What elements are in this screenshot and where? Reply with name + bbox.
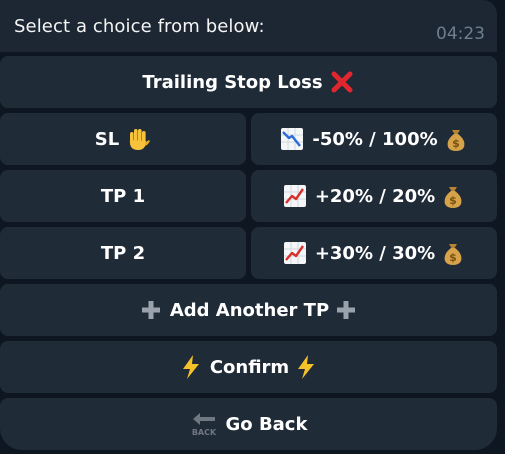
go-back-label: Go Back <box>225 413 308 435</box>
back-arrow-icon: BACK <box>190 410 218 438</box>
go-back-button[interactable]: BACK Go Back <box>0 398 497 450</box>
plus-icon <box>140 299 162 321</box>
money-bag-icon: $ <box>441 240 465 266</box>
tp2-label: TP 2 <box>100 242 146 264</box>
confirm-button[interactable]: Confirm <box>0 341 497 393</box>
lightning-icon <box>180 354 202 380</box>
svg-text:$: $ <box>449 251 457 264</box>
add-another-tp-label: Add Another TP <box>169 299 330 321</box>
confirm-label: Confirm <box>209 356 290 378</box>
svg-text:$: $ <box>452 137 460 150</box>
sl-label: SL <box>94 128 120 150</box>
tp2-value-label: +30% / 30% <box>314 242 436 264</box>
trailing-stop-loss-button[interactable]: Trailing Stop Loss <box>0 56 497 108</box>
trailing-stop-loss-label: Trailing Stop Loss <box>142 71 323 93</box>
tp1-label: TP 1 <box>100 185 146 207</box>
raised-hand-icon <box>125 126 151 152</box>
lightning-icon <box>295 354 317 380</box>
cross-mark-icon <box>329 69 355 95</box>
message-text: Select a choice from below: <box>14 16 265 37</box>
svg-text:$: $ <box>449 194 457 207</box>
tp2-button[interactable]: TP 2 <box>0 227 246 279</box>
tp1-value-label: +20% / 20% <box>314 185 436 207</box>
message-bubble: Select a choice from below: 04:23 <box>0 0 497 52</box>
sl-value-label: -50% / 100% <box>312 128 438 150</box>
chart-decreasing-icon <box>280 127 304 151</box>
add-another-tp-button[interactable]: Add Another TP <box>0 284 497 336</box>
message-time: 04:23 <box>436 24 485 44</box>
plus-icon <box>335 299 357 321</box>
chart-increasing-icon <box>283 241 307 265</box>
tp1-value-button[interactable]: +20% / 20% $ <box>251 170 497 222</box>
back-icon-text: BACK <box>191 428 216 437</box>
money-bag-icon: $ <box>444 126 468 152</box>
sl-button[interactable]: SL <box>0 113 246 165</box>
tp2-value-button[interactable]: +30% / 30% $ <box>251 227 497 279</box>
chart-increasing-icon <box>283 184 307 208</box>
sl-value-button[interactable]: -50% / 100% $ <box>251 113 497 165</box>
tp1-button[interactable]: TP 1 <box>0 170 246 222</box>
money-bag-icon: $ <box>441 183 465 209</box>
chat-view: Select a choice from below: 04:23 Traili… <box>0 0 505 454</box>
